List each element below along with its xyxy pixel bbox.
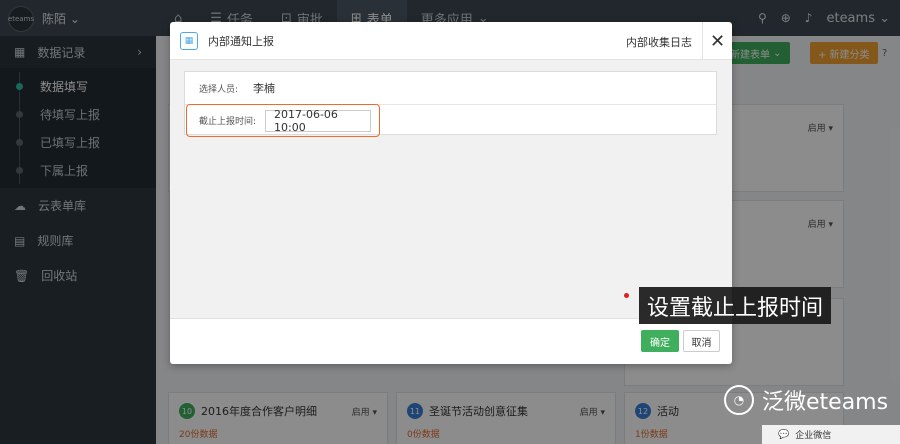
tutorial-caption: 设置截止上报时间 <box>639 287 832 324</box>
dialog-body: 选择人员: 李楠 截止上报时间: 2017-06-06 10:00 <box>170 60 732 318</box>
cancel-button[interactable]: 取消 <box>683 330 720 352</box>
confirm-button[interactable]: 确定 <box>641 330 679 352</box>
pointer-dot <box>624 293 629 298</box>
form-row-assignee: 选择人员: 李楠 <box>185 72 716 104</box>
watermark-text: 泛微eteams <box>762 390 889 415</box>
wechat-icon: ◔ <box>724 385 754 415</box>
dialog-header: ▦ 内部通知上报 内部收集日志 ✕ <box>170 22 732 60</box>
assignee-field[interactable]: 李楠 <box>253 80 275 96</box>
dialog-subtitle: 内部收集日志 <box>626 36 692 49</box>
dialog-title: 内部通知上报 <box>208 34 274 48</box>
chat-icon: 💬 <box>778 429 790 440</box>
enterprise-wechat-bar[interactable]: 💬 企业微信 <box>762 425 900 444</box>
dialog-footer: 确定 取消 <box>170 318 732 364</box>
close-icon[interactable]: ✕ <box>702 22 732 60</box>
enterprise-wechat-label: 企业微信 <box>795 431 832 441</box>
calendar-icon: ▦ <box>180 31 198 50</box>
assignee-label: 选择人员: <box>199 84 239 95</box>
watermark: ◔ 泛微eteams <box>724 384 888 416</box>
highlight-box <box>186 104 380 137</box>
